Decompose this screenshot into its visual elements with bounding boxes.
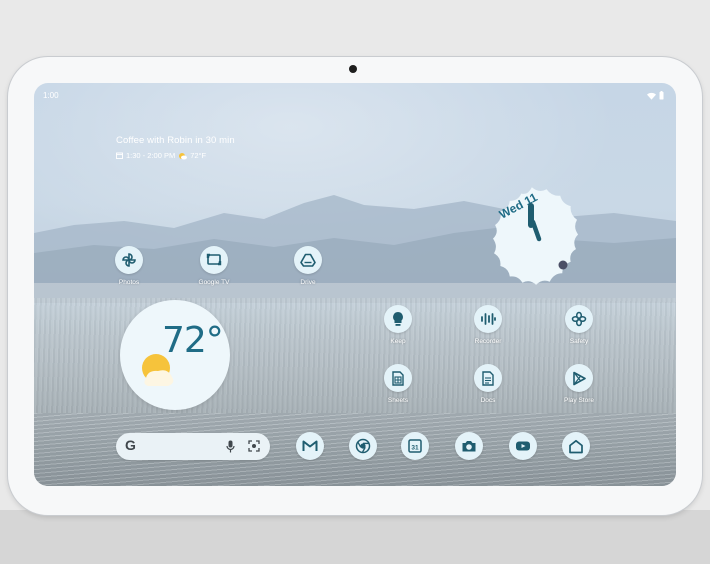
app-drive[interactable]: Drive bbox=[273, 246, 343, 286]
google-tv-icon bbox=[200, 246, 228, 274]
play-store-icon bbox=[565, 364, 593, 392]
waveform-icon bbox=[474, 305, 502, 333]
app-safety[interactable]: Safety bbox=[544, 305, 614, 345]
glance-event-title: Coffee with Robin in 30 min bbox=[116, 135, 235, 146]
app-sheets[interactable]: Sheets bbox=[363, 364, 433, 404]
status-icons bbox=[647, 91, 664, 100]
app-label: Photos bbox=[118, 279, 140, 286]
clock-second-dot bbox=[558, 260, 568, 270]
app-label: Safety bbox=[569, 338, 589, 345]
asterisk-icon bbox=[565, 305, 593, 333]
glance-temperature: 72°F bbox=[190, 151, 207, 160]
app-label: Play Store bbox=[564, 397, 594, 404]
dock-calendar[interactable]: 31 bbox=[401, 432, 429, 460]
calendar-icon: 31 bbox=[408, 439, 422, 453]
at-a-glance-widget[interactable]: Coffee with Robin in 30 min 1:30 - 2:00 … bbox=[116, 135, 235, 160]
desk-surface bbox=[0, 510, 710, 564]
dock-camera[interactable] bbox=[455, 432, 483, 460]
calendar-day: 31 bbox=[411, 445, 419, 452]
microphone-icon[interactable] bbox=[226, 440, 235, 453]
app-label: Docs bbox=[480, 397, 496, 404]
dock-home[interactable] bbox=[562, 432, 590, 460]
lens-icon[interactable] bbox=[248, 440, 260, 452]
app-recorder[interactable]: Recorder bbox=[453, 305, 523, 345]
home-icon bbox=[569, 439, 583, 453]
app-photos[interactable]: Photos bbox=[94, 246, 164, 286]
glance-time-range: 1:30 - 2:00 PM bbox=[126, 151, 176, 160]
app-keep[interactable]: Keep bbox=[363, 305, 433, 345]
app-play-store[interactable]: Play Store bbox=[544, 364, 614, 404]
app-label: Keep bbox=[390, 338, 406, 345]
partly-sunny-icon bbox=[142, 354, 174, 386]
docs-icon bbox=[474, 364, 502, 392]
chrome-icon bbox=[355, 438, 371, 454]
dock-chrome[interactable] bbox=[349, 432, 377, 460]
battery-icon bbox=[659, 91, 664, 100]
sheets-icon bbox=[384, 364, 412, 392]
status-time: 1:00 bbox=[43, 91, 59, 100]
clock-widget[interactable]: Wed 11 bbox=[476, 179, 590, 293]
gmail-icon bbox=[302, 440, 318, 451]
app-label: Sheets bbox=[387, 397, 409, 404]
camera-icon bbox=[462, 441, 476, 452]
calendar-small-icon bbox=[116, 152, 123, 159]
front-camera bbox=[349, 65, 357, 73]
lightbulb-icon bbox=[384, 305, 412, 333]
app-label: Drive bbox=[300, 279, 316, 286]
sun-small-icon bbox=[179, 152, 188, 159]
drive-icon bbox=[294, 246, 322, 274]
dock-youtube[interactable] bbox=[509, 432, 537, 460]
youtube-icon bbox=[516, 441, 530, 451]
app-label: Google TV bbox=[198, 279, 230, 286]
app-docs[interactable]: Docs bbox=[453, 364, 523, 404]
dock-gmail[interactable] bbox=[296, 432, 324, 460]
weather-widget[interactable]: 72° bbox=[120, 300, 230, 410]
wifi-icon bbox=[647, 92, 656, 100]
home-screen: 1:00 Coffee with Robin in 30 min 1:30 - … bbox=[34, 83, 676, 486]
photos-pinwheel-icon bbox=[115, 246, 143, 274]
app-label: Recorder bbox=[474, 338, 502, 345]
google-logo: G bbox=[125, 437, 136, 453]
app-google-tv[interactable]: Google TV bbox=[179, 246, 249, 286]
google-search-bar[interactable]: G bbox=[116, 433, 270, 460]
